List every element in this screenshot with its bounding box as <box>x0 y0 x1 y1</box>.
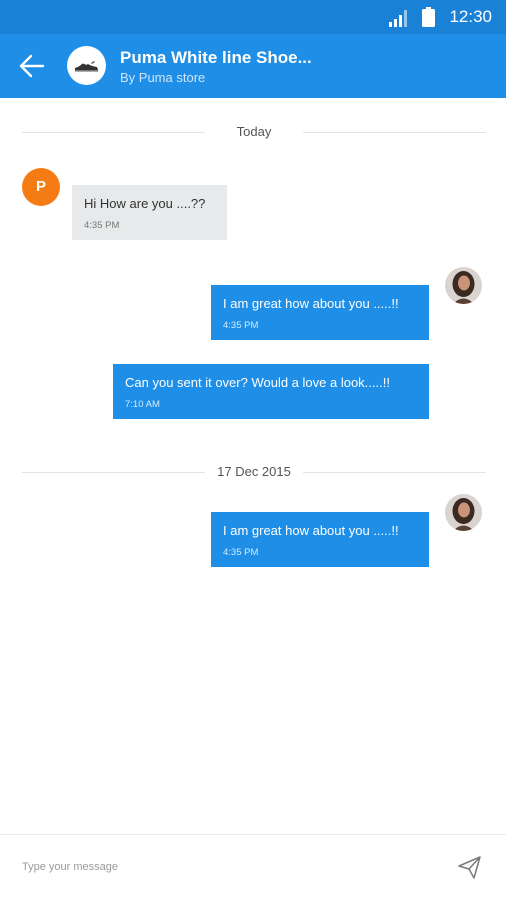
message-time: 7:10 AM <box>125 399 160 410</box>
store-name: By Puma store <box>120 70 206 85</box>
user-photo-icon <box>445 267 482 304</box>
outgoing-message-bubble[interactable]: Can you sent it over? Would a love a loo… <box>113 364 429 419</box>
product-title: Puma White line Shoe... <box>120 48 312 67</box>
product-thumbnail[interactable] <box>67 46 106 85</box>
message-text: I am great how about you .....!! <box>223 523 399 538</box>
sender-avatar[interactable]: P <box>22 168 60 206</box>
battery-icon <box>422 7 435 27</box>
app-bar: Puma White line Shoe... By Puma store <box>0 34 506 98</box>
message-time: 4:35 PM <box>84 220 120 231</box>
divider-line <box>303 132 486 133</box>
user-photo-icon <box>445 494 482 531</box>
shoe-icon <box>75 61 98 72</box>
message-text: I am great how about you .....!! <box>223 296 399 311</box>
message-time: 4:35 PM <box>223 547 259 558</box>
outgoing-message-bubble[interactable]: I am great how about you .....!! 4:35 PM <box>211 285 429 340</box>
date-divider-today: Today <box>22 122 486 142</box>
status-time: 12:30 <box>449 7 492 26</box>
send-icon <box>458 856 481 879</box>
date-divider-dec-2015: 17 Dec 2015 <box>22 462 486 482</box>
divider-line <box>303 472 486 473</box>
composer-divider <box>0 834 506 835</box>
back-button[interactable] <box>14 48 50 84</box>
send-button[interactable] <box>452 852 486 882</box>
back-arrow-icon <box>19 54 45 78</box>
signal-icon <box>389 10 407 27</box>
message-input[interactable] <box>14 852 430 882</box>
incoming-message-bubble[interactable]: Hi How are you ....?? 4:35 PM <box>72 185 227 240</box>
outgoing-message-bubble[interactable]: I am great how about you .....!! 4:35 PM <box>211 512 429 567</box>
message-text: Can you sent it over? Would a love a loo… <box>125 375 390 390</box>
message-text: Hi How are you ....?? <box>84 196 206 211</box>
user-avatar[interactable] <box>445 494 482 531</box>
user-avatar[interactable] <box>445 267 482 304</box>
status-bar: 12:30 <box>0 0 506 34</box>
message-time: 4:35 PM <box>223 320 259 331</box>
